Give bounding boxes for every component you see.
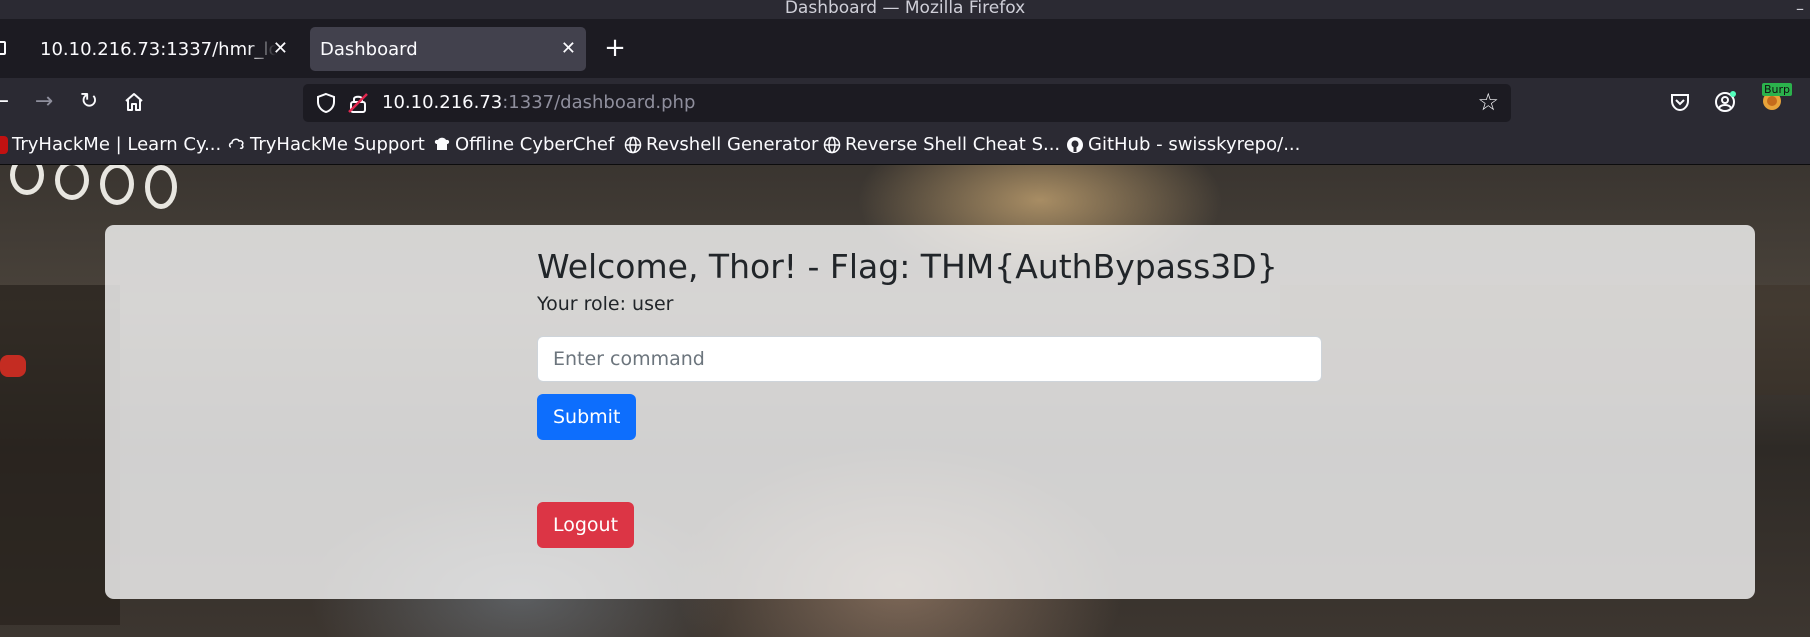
tab-label: 10.10.216.73:1337/hmr_logs: [40, 38, 276, 60]
navigation-bar: ← → ↻ 10.10.216.73:1337/dashboard.php ☆: [0, 78, 1810, 126]
bookmark-github-swisskyrepo[interactable]: GitHub - swisskyrepo/...: [1066, 134, 1300, 155]
insecure-lock-icon[interactable]: [347, 92, 369, 114]
bookmark-label: Offline CyberChef: [455, 134, 615, 155]
bookmark-star-icon[interactable]: ☆: [1477, 90, 1499, 114]
tab-label: Dashboard: [320, 38, 418, 60]
url-text[interactable]: 10.10.216.73:1337/dashboard.php: [382, 92, 695, 113]
new-tab-button[interactable]: +: [600, 33, 630, 63]
page-title: Welcome, Thor! - Flag: THM{AuthBypass3D}: [537, 247, 1278, 286]
bookmark-label: TryHackMe | Learn Cy...: [12, 134, 222, 155]
pocket-icon[interactable]: [1668, 90, 1692, 114]
bookmark-offline-cyberchef[interactable]: Offline CyberChef: [433, 134, 614, 155]
background-shelf: [0, 285, 120, 625]
bookmarks-bar: TryHackMe | Learn Cy... TryHackMe Suppor…: [0, 126, 1810, 165]
page-viewport: Welcome, Thor! - Flag: THM{AuthBypass3D}…: [0, 165, 1810, 637]
bookmark-tryhackme[interactable]: TryHackMe | Learn Cy...: [0, 134, 221, 155]
home-button[interactable]: [120, 88, 148, 116]
tryhackme-icon: [0, 135, 8, 154]
bookmark-reverse-shell-cheat-sheet[interactable]: Reverse Shell Cheat S...: [823, 134, 1060, 155]
globe-icon: [823, 136, 841, 153]
account-icon[interactable]: [1713, 90, 1737, 114]
background-object: [0, 355, 26, 377]
logout-button[interactable]: Logout: [537, 502, 635, 548]
back-button[interactable]: ←: [0, 88, 14, 116]
url-host: 10.10.216.73: [382, 92, 503, 113]
globe-icon: [624, 136, 642, 153]
burp-badge: Burp: [1762, 83, 1793, 96]
bookmark-label: GitHub - swisskyrepo/...: [1088, 134, 1301, 155]
bookmark-label: Reverse Shell Cheat S...: [845, 134, 1061, 155]
url-bar[interactable]: 10.10.216.73:1337/dashboard.php ☆: [303, 84, 1511, 122]
forward-button[interactable]: →: [30, 88, 58, 116]
url-path: :1337/dashboard.php: [502, 92, 696, 113]
window-title: Dashboard — Mozilla Firefox: [784, 0, 1026, 18]
bookmark-tryhackme-support[interactable]: TryHackMe Support: [228, 134, 425, 155]
background-hook: [10, 165, 44, 195]
home-icon: [125, 93, 143, 111]
dashboard-card: Welcome, Thor! - Flag: THM{AuthBypass3D}…: [105, 225, 1755, 599]
tab-hmr-logs[interactable]: 10.10.216.73:1337/hmr_logs ✕: [30, 27, 298, 71]
user-role-text: Your role: user: [537, 293, 674, 315]
bookmark-label: TryHackMe Support: [250, 134, 425, 155]
close-icon[interactable]: ✕: [273, 38, 288, 59]
bookmark-label: Revshell Generator: [646, 134, 819, 155]
submit-button[interactable]: Submit: [537, 394, 637, 440]
background-hook: [55, 165, 89, 200]
reload-button[interactable]: ↻: [75, 88, 103, 116]
github-icon: [1067, 136, 1083, 153]
tab-strip: 10.10.216.73:1337/hmr_logs ✕ Dashboard ✕…: [0, 19, 1810, 78]
bookmark-revshell-generator[interactable]: Revshell Generator: [624, 134, 818, 155]
window-titlebar: Dashboard — Mozilla Firefox –: [0, 0, 1810, 19]
shield-icon[interactable]: [315, 92, 337, 114]
minimize-button[interactable]: –: [1796, 0, 1804, 17]
chef-icon: [434, 137, 450, 150]
close-icon[interactable]: ✕: [561, 38, 576, 59]
background-hook: [100, 165, 134, 205]
background-hook: [145, 165, 177, 209]
tab-list-icon[interactable]: [0, 41, 6, 55]
support-icon: [228, 138, 244, 149]
tab-dashboard[interactable]: Dashboard ✕: [310, 27, 586, 71]
command-input[interactable]: [537, 336, 1322, 382]
